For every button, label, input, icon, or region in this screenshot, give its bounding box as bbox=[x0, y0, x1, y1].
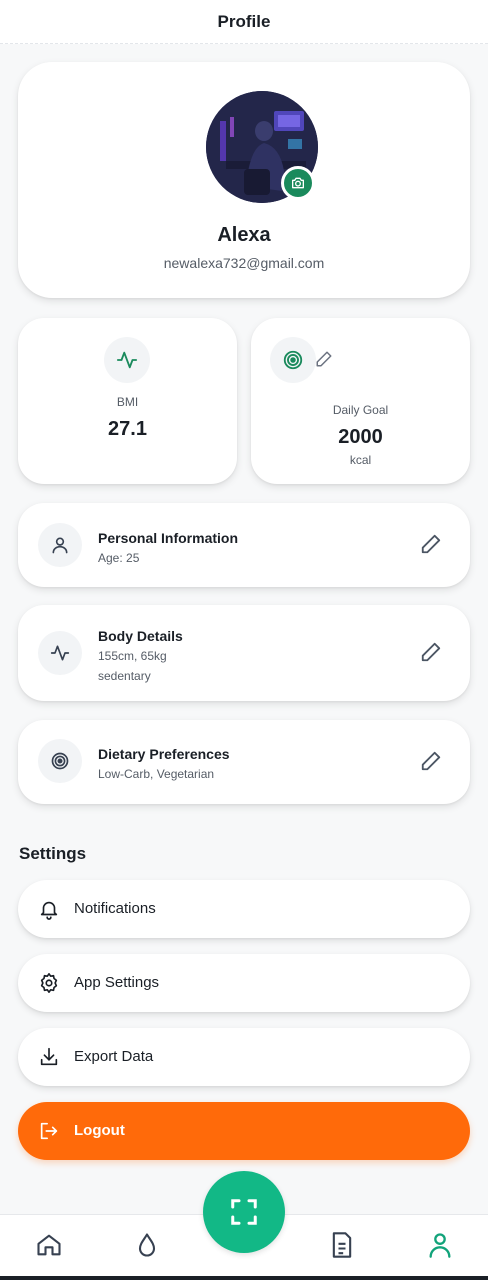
daily-goal-card: Daily Goal 2000 kcal bbox=[251, 318, 470, 484]
nav-water[interactable] bbox=[133, 1231, 161, 1261]
download-icon bbox=[40, 1047, 58, 1066]
nav-reports[interactable] bbox=[328, 1231, 356, 1261]
profile-card: Alexa newalexa732@gmail.com bbox=[18, 62, 470, 298]
personal-info-title: Personal Information bbox=[98, 530, 239, 546]
personal-info-icon-circle bbox=[38, 523, 82, 567]
activity-icon bbox=[116, 351, 138, 369]
profile-name: Alexa bbox=[217, 224, 271, 246]
export-data-label: Export Data bbox=[74, 1048, 154, 1065]
nav-profile[interactable] bbox=[426, 1231, 454, 1261]
logout-icon bbox=[40, 1122, 58, 1140]
daily-goal-label: Daily Goal bbox=[332, 403, 389, 417]
change-photo-button[interactable] bbox=[281, 166, 315, 200]
page-title: Profile bbox=[217, 11, 271, 31]
edit-body-details-button[interactable] bbox=[420, 641, 444, 665]
pencil-icon bbox=[421, 642, 441, 662]
scan-button[interactable] bbox=[203, 1171, 285, 1253]
target-icon bbox=[283, 350, 303, 370]
edit-personal-info-button[interactable] bbox=[420, 533, 444, 557]
dietary-icon-circle bbox=[38, 739, 82, 783]
bmi-card: BMI 27.1 bbox=[18, 318, 237, 484]
home-indicator bbox=[0, 1276, 488, 1280]
document-icon bbox=[332, 1232, 352, 1258]
personal-info-card[interactable]: Personal Information Age: 25 bbox=[18, 503, 470, 587]
app-settings-label: App Settings bbox=[74, 974, 160, 991]
bmi-label: BMI bbox=[116, 395, 139, 409]
dietary-preferences-value: Low-Carb, Vegetarian bbox=[98, 767, 215, 781]
nav-home[interactable] bbox=[35, 1231, 63, 1261]
profile-email: newalexa732@gmail.com bbox=[163, 255, 325, 271]
app-settings-button[interactable]: App Settings bbox=[18, 954, 470, 1012]
bell-icon bbox=[40, 901, 58, 920]
goal-icon-circle bbox=[270, 337, 316, 383]
pencil-icon bbox=[316, 351, 332, 367]
edit-dietary-preferences-button[interactable] bbox=[420, 750, 444, 774]
user-icon bbox=[52, 537, 68, 554]
body-details-icon-circle bbox=[38, 631, 82, 675]
home-icon bbox=[37, 1234, 61, 1256]
logout-button[interactable]: Logout bbox=[18, 1102, 470, 1160]
bmi-icon-circle bbox=[104, 337, 150, 383]
personal-info-age: Age: 25 bbox=[98, 551, 140, 565]
edit-goal-button[interactable] bbox=[315, 350, 335, 370]
dietary-preferences-card[interactable]: Dietary Preferences Low-Carb, Vegetarian bbox=[18, 720, 470, 804]
top-bar: Profile bbox=[0, 0, 488, 44]
body-details-activity: sedentary bbox=[98, 669, 151, 683]
activity-icon bbox=[50, 645, 70, 661]
avatar-container bbox=[206, 91, 318, 203]
body-details-title: Body Details bbox=[98, 628, 183, 644]
pencil-icon bbox=[421, 751, 441, 771]
body-details-measurements: 155cm, 65kg bbox=[98, 649, 167, 663]
notifications-label: Notifications bbox=[74, 900, 156, 917]
logout-label: Logout bbox=[74, 1122, 125, 1139]
dietary-preferences-title: Dietary Preferences bbox=[98, 746, 230, 762]
daily-goal-value: 2000 bbox=[338, 426, 383, 448]
scan-icon bbox=[231, 1199, 257, 1225]
pencil-icon bbox=[421, 534, 441, 554]
user-icon bbox=[429, 1233, 451, 1258]
settings-section-title: Settings bbox=[19, 844, 87, 863]
target-icon bbox=[51, 752, 69, 770]
body-details-card[interactable]: Body Details 155cm, 65kg sedentary bbox=[18, 605, 470, 701]
daily-goal-unit: kcal bbox=[349, 453, 372, 467]
gear-icon bbox=[40, 973, 58, 993]
export-data-button[interactable]: Export Data bbox=[18, 1028, 470, 1086]
water-drop-icon bbox=[138, 1233, 156, 1257]
bmi-value: 27.1 bbox=[108, 418, 147, 440]
notifications-button[interactable]: Notifications bbox=[18, 880, 470, 938]
camera-icon bbox=[292, 177, 304, 189]
